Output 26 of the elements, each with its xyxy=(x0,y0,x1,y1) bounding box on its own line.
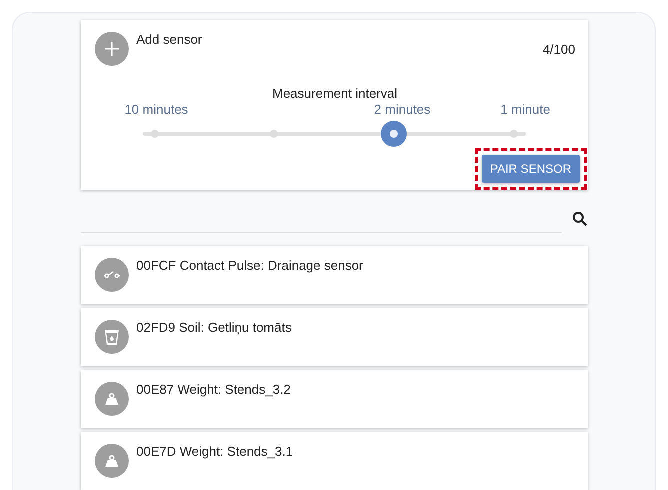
sensor-name: 02FD9 Soil: Getliņu tomāts xyxy=(136,320,292,335)
sensor-card[interactable]: 00FCF Contact Pulse: Drainage sensor xyxy=(80,246,588,304)
pair-sensor-button[interactable]: PAIR SENSOR xyxy=(482,155,580,184)
sensor-card[interactable]: 00E87 Weight: Stends_3.2 xyxy=(80,370,588,428)
slider-thumb[interactable] xyxy=(380,121,407,147)
sensor-name: 00E7D Weight: Stends_3.1 xyxy=(136,444,294,459)
stop-label: 2 minutes xyxy=(374,102,431,117)
search-icon[interactable] xyxy=(572,210,588,227)
stop-label: 1 minute xyxy=(500,102,550,117)
slider-track[interactable] xyxy=(142,121,526,147)
switch-icon xyxy=(94,258,128,292)
slider-stop[interactable] xyxy=(270,130,278,138)
slider-stop[interactable] xyxy=(150,130,158,138)
slider-stop[interactable] xyxy=(510,130,518,138)
weight-icon xyxy=(94,444,128,478)
sensor-card[interactable]: 02FD9 Soil: Getliņu tomāts xyxy=(80,308,588,366)
sensor-count: 4/100 xyxy=(542,42,576,57)
slider-label: Measurement interval xyxy=(272,86,398,101)
sensor-name: 00FCF Contact Pulse: Drainage sensor xyxy=(136,258,364,273)
cup-icon xyxy=(94,320,128,354)
plus-icon xyxy=(94,32,128,66)
card-title: Add sensor xyxy=(136,32,204,47)
stop-label: 10 minutes xyxy=(124,102,188,117)
weight-icon xyxy=(94,382,128,416)
sensor-name: 00E87 Weight: Stends_3.2 xyxy=(136,382,291,397)
sensor-card[interactable]: 00E7D Weight: Stends_3.1 xyxy=(80,432,588,490)
